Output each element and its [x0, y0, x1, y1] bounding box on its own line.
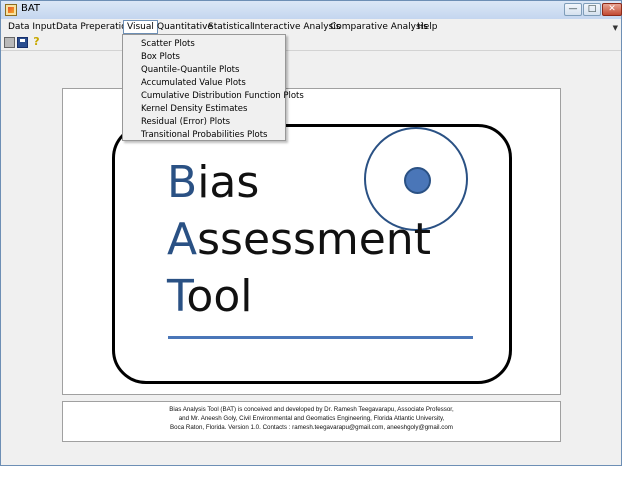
menu-item-kernel-density-estimates[interactable]: Kernel Density Estimates — [141, 104, 247, 115]
minimize-button[interactable]: — — [564, 3, 582, 16]
logo-frame: Bias Assessment Tool — [112, 124, 512, 384]
app-window: BAT — □ ✕ Data Input Data Preperation Vi… — [0, 0, 622, 466]
menu-item-residual-error-plots[interactable]: Residual (Error) Plots — [141, 117, 230, 128]
main-content: Bias Assessment Tool Bias Analysis Tool … — [2, 51, 621, 465]
credits-line: Bias Analysis Tool (BAT) is conceived an… — [169, 406, 454, 413]
app-icon[interactable] — [5, 4, 17, 16]
menu-item-box-plots[interactable]: Box Plots — [141, 52, 180, 63]
logo-initial-t: T — [167, 271, 187, 322]
help-icon[interactable]: ? — [31, 36, 42, 48]
menu-item-scatter-plots[interactable]: Scatter Plots — [141, 39, 195, 50]
logo-word-assessment: Assessment — [167, 214, 431, 266]
credits-line: and Mr. Aneesh Goly, Civil Environmental… — [178, 415, 445, 422]
maximize-button[interactable]: □ — [583, 3, 601, 16]
print-icon[interactable] — [4, 37, 15, 48]
menu-statistical[interactable]: Statistical — [205, 20, 255, 34]
logo-word-bias: Bias — [167, 157, 259, 209]
target-dot-icon — [404, 167, 431, 194]
logo-word-rest: ias — [197, 157, 260, 208]
menu-item-cdf-plots[interactable]: Cumulative Distribution Function Plots — [141, 91, 304, 102]
toolbar: ? — [1, 35, 621, 51]
logo-initial-a: A — [167, 214, 198, 265]
window-title: BAT — [21, 3, 41, 14]
menu-data-input[interactable]: Data Input — [5, 20, 59, 34]
title-bar: BAT — □ ✕ — [1, 1, 622, 20]
menu-item-accumulated-value-plots[interactable]: Accumulated Value Plots — [141, 78, 246, 89]
menu-item-transitional-probabilities-plots[interactable]: Transitional Probabilities Plots — [141, 130, 267, 141]
menu-bar: Data Input Data Preperation Visual Quant… — [1, 19, 621, 35]
logo-underline — [168, 336, 473, 339]
menu-overflow-arrow-icon[interactable]: ▼ — [613, 24, 618, 32]
logo-initial-b: B — [167, 157, 198, 208]
logo-word-tool: Tool — [167, 271, 252, 323]
save-icon[interactable] — [17, 37, 28, 48]
credits-line: Boca Raton, Florida. Version 1.0. Contac… — [170, 424, 453, 431]
visual-dropdown-menu: Scatter Plots Box Plots Quantile-Quantil… — [122, 34, 304, 141]
close-button[interactable]: ✕ — [602, 3, 622, 16]
logo-word-rest: ssessment — [197, 214, 431, 265]
menu-help[interactable]: Help — [414, 20, 441, 34]
credits-panel: Bias Analysis Tool (BAT) is conceived an… — [62, 401, 561, 442]
logo-word-rest: ool — [186, 271, 253, 322]
menu-item-qq-plots[interactable]: Quantile-Quantile Plots — [141, 65, 239, 76]
menu-visual[interactable]: Visual — [123, 20, 158, 34]
